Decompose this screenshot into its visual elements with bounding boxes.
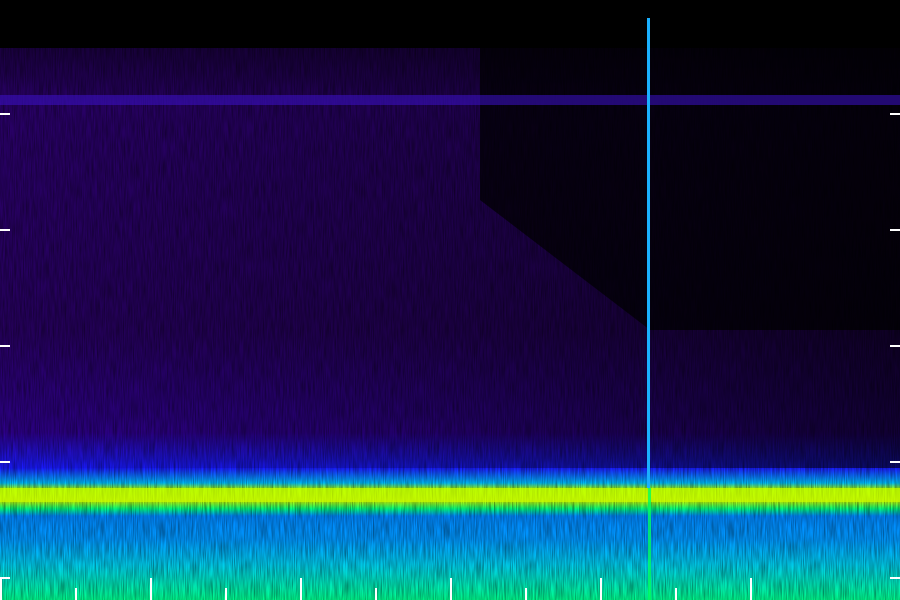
bottom-tick-9 xyxy=(675,588,677,600)
upper-spectral-line xyxy=(0,95,900,105)
left-tick-2 xyxy=(0,345,10,347)
bottom-tick-10 xyxy=(750,578,752,600)
spectrogram-view xyxy=(0,0,900,600)
left-tick-3 xyxy=(0,461,10,463)
left-tick-0 xyxy=(0,113,10,115)
bottom-tick-7 xyxy=(525,588,527,600)
right-tick-4 xyxy=(890,577,900,579)
bottom-tick-6 xyxy=(450,578,452,600)
right-tick-3 xyxy=(890,461,900,463)
right-tick-1 xyxy=(890,229,900,231)
bottom-tick-2 xyxy=(150,578,152,600)
bottom-tick-8 xyxy=(600,578,602,600)
vertical-spectral-line xyxy=(647,18,650,488)
bottom-tick-1 xyxy=(75,588,77,600)
vertical-spectral-line-lower xyxy=(648,488,651,600)
right-tick-2 xyxy=(890,345,900,347)
bottom-tick-0 xyxy=(0,578,2,600)
bottom-tick-3 xyxy=(225,588,227,600)
bottom-tick-4 xyxy=(300,578,302,600)
right-tick-0 xyxy=(890,113,900,115)
top-black-band xyxy=(0,0,900,48)
left-tick-1 xyxy=(0,229,10,231)
noise-texture xyxy=(0,48,900,600)
bright-band-yellow xyxy=(0,488,900,502)
bottom-tick-5 xyxy=(375,588,377,600)
